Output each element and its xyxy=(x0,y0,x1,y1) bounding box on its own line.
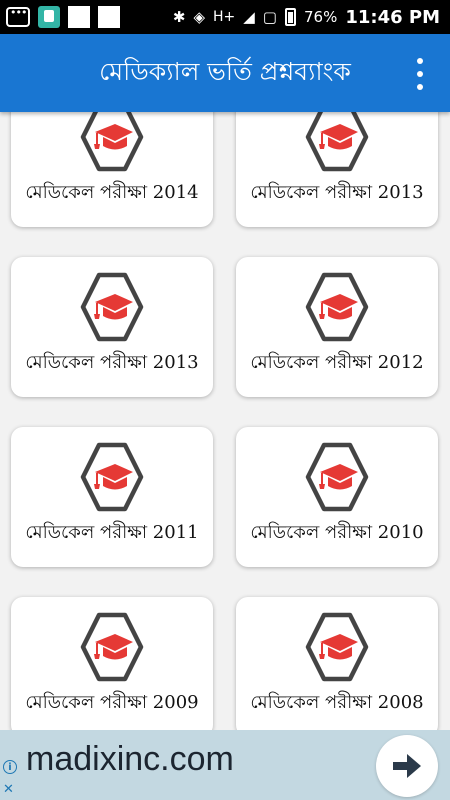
ad-banner[interactable]: i ✕ madixinc.com xyxy=(0,730,450,800)
vibrate-icon: ◈ xyxy=(193,8,205,26)
exam-card[interactable]: মেডিকেল পরীক্ষা 2008 xyxy=(236,597,438,730)
exam-card[interactable]: মেডিকেল পরীক্ষা 2010 xyxy=(236,427,438,567)
graduation-cap-icon xyxy=(304,271,370,343)
graduation-cap-icon xyxy=(79,611,145,683)
bluetooth-icon: ✱ xyxy=(172,8,186,26)
graduation-cap-icon xyxy=(79,271,145,343)
arrow-right-icon xyxy=(393,754,421,778)
network-type-label: H+ xyxy=(212,9,236,25)
exam-card-label: মেডিকেল পরীক্ষা 2013 xyxy=(250,182,424,203)
exam-card-label: মেডিকেল পরীক্ষা 2009 xyxy=(25,692,199,713)
exam-card-label: মেডিকেল পরীক্ষা 2011 xyxy=(25,522,199,543)
exam-card[interactable]: মেডিকেল পরীক্ষা 2013 xyxy=(11,257,213,397)
message-icon xyxy=(6,6,30,27)
exam-card-label: মেডিকেল পরীক্ষা 2008 xyxy=(250,692,424,713)
exam-card-label: মেডিকেল পরীক্ষা 2012 xyxy=(250,352,424,373)
status-bar: ✱ ◈ H+ ◢ ▢ 76% 11:46 PM xyxy=(0,0,450,34)
graduation-cap-icon xyxy=(304,112,370,173)
notification-icon xyxy=(68,6,90,28)
graduation-cap-icon xyxy=(79,441,145,513)
notification-icons xyxy=(6,6,120,28)
exam-card[interactable]: মেডিকেল পরীক্ষা 2009 xyxy=(11,597,213,730)
system-icons: ✱ ◈ H+ ◢ ▢ 76% 11:46 PM xyxy=(173,7,440,28)
exam-card[interactable]: মেডিকেল পরীক্ষা 2014 xyxy=(11,112,213,227)
ad-close-icon[interactable]: ✕ xyxy=(3,782,14,797)
notification-icon xyxy=(98,6,120,28)
clock: 11:46 PM xyxy=(345,6,440,28)
ad-text[interactable]: madixinc.com xyxy=(26,740,234,779)
ad-open-button[interactable] xyxy=(376,735,438,797)
exam-card[interactable]: মেডিকেল পরীক্ষা 2011 xyxy=(11,427,213,567)
app-notification-icon xyxy=(38,6,60,28)
app-bar: মেডিক্যাল ভর্তি প্রশ্নব্যাংক xyxy=(0,34,450,112)
exam-card-label: মেডিকেল পরীক্ষা 2010 xyxy=(250,522,424,543)
ad-info-icon[interactable]: i xyxy=(3,760,17,774)
graduation-cap-icon xyxy=(304,611,370,683)
overflow-menu-icon[interactable] xyxy=(416,58,424,90)
page-title: মেডিক্যাল ভর্তি প্রশ্নব্যাংক xyxy=(99,56,351,86)
battery-icon xyxy=(284,8,296,26)
exam-card[interactable]: মেডিকেল পরীক্ষা 2013 xyxy=(236,112,438,227)
signal-icon: ◢ xyxy=(243,8,255,26)
exam-card[interactable]: মেডিকেল পরীক্ষা 2012 xyxy=(236,257,438,397)
graduation-cap-icon xyxy=(79,112,145,173)
exam-card-label: মেডিকেল পরীক্ষা 2014 xyxy=(25,182,199,203)
battery-percent: 76% xyxy=(303,8,338,26)
graduation-cap-icon xyxy=(304,441,370,513)
exam-card-label: মেডিকেল পরীক্ষা 2013 xyxy=(25,352,199,373)
card-grid: মেডিকেল পরীক্ষা 2014 মেডিকেল পরীক্ষা 2013… xyxy=(0,112,450,730)
no-sim-icon: ▢ xyxy=(262,8,277,26)
